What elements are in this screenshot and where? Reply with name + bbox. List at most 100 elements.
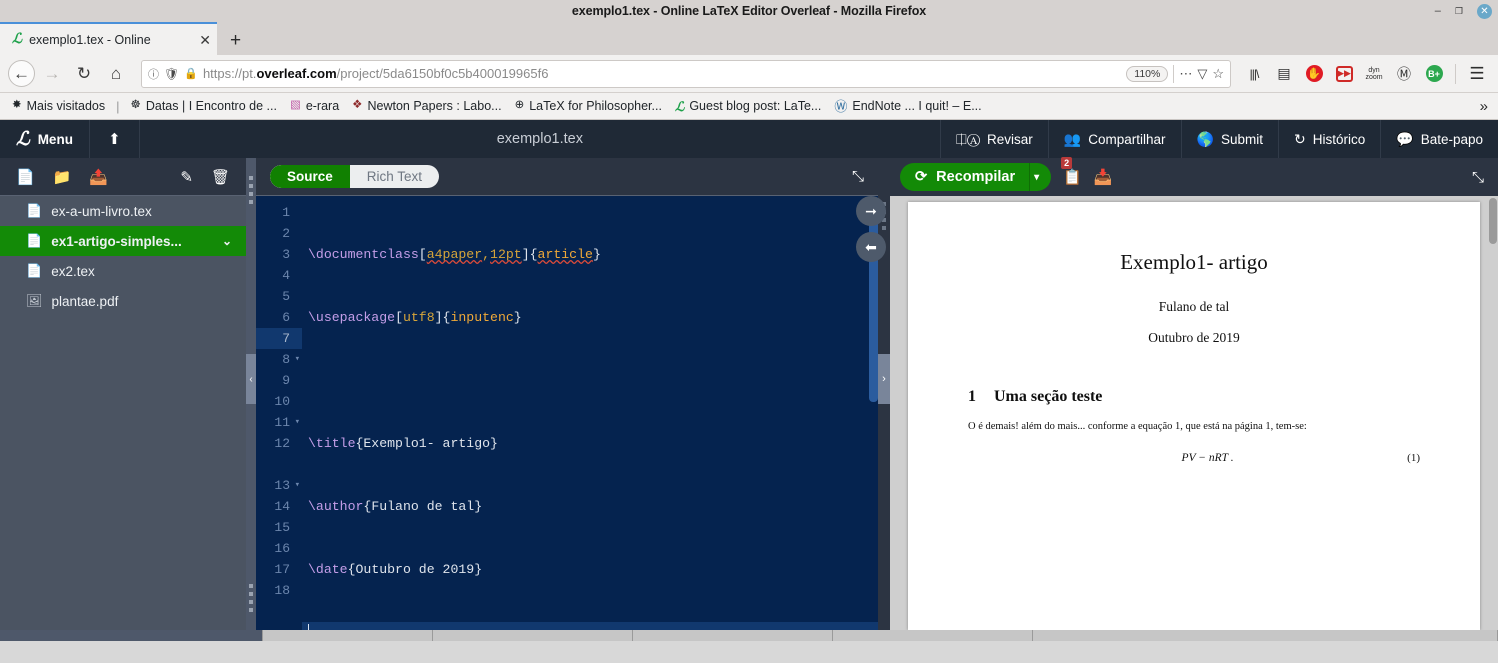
logs-error-badge: 2: [1061, 157, 1073, 169]
tab-rich-text[interactable]: Rich Text: [350, 165, 439, 188]
bookmark-erara[interactable]: ▧ e-rara: [285, 97, 344, 115]
tracking-shield-icon[interactable]: 🛡: [164, 67, 179, 81]
taskbar-segment: [833, 630, 1033, 641]
delete-icon[interactable]: 🗑: [211, 168, 230, 186]
forward-button[interactable]: →: [37, 59, 67, 89]
zoom-level-indicator[interactable]: 110%: [1126, 65, 1169, 82]
line-number: 6: [282, 310, 290, 325]
bookmark-star-icon[interactable]: ☆: [1212, 66, 1224, 82]
browser-tab-exemplo1[interactable]: ℒ exemplo1.tex - Online ✕: [0, 22, 217, 55]
minimize-button[interactable]: –: [1435, 5, 1441, 17]
file-tree-resize-handle[interactable]: ‹: [246, 158, 256, 630]
bookmark-newton-papers[interactable]: ❖ Newton Papers : Labo...: [347, 97, 506, 115]
window-titlebar: exemplo1.tex - Online LaTeX Editor Overl…: [0, 0, 1498, 22]
pdf-document-date: Outubro de 2019: [1148, 330, 1240, 345]
lock-icon[interactable]: 🔒: [184, 67, 198, 80]
pdf-preview-panel: ⟳ Recompilar ▾ 2 📋 📥 ⤡ Exemplo1- artigo …: [890, 157, 1498, 630]
pdf-equation: PV − nRT .: [1181, 452, 1234, 464]
file-label: ex-a-um-livro.tex: [51, 203, 152, 219]
url-bar[interactable]: ⓘ 🛡 🔒 https://pt.overleaf.com/project/5d…: [141, 59, 1231, 88]
new-folder-icon[interactable]: 📁: [53, 168, 72, 186]
fold-icon[interactable]: ▾: [295, 412, 300, 433]
line-number: 11 ▾: [256, 412, 302, 433]
expand-pdf-icon[interactable]: ⤡: [1472, 169, 1498, 186]
editor-mode-toggle[interactable]: Source Rich Text: [270, 165, 440, 188]
dyn-zoom-icon[interactable]: dyn zoom: [1361, 61, 1387, 87]
line-number: 16: [274, 541, 290, 556]
page-actions-icon[interactable]: ⋯: [1179, 66, 1192, 82]
arrow-left-icon[interactable]: ⬅: [856, 232, 886, 262]
recompile-dropdown-icon[interactable]: ▾: [1029, 163, 1051, 191]
page-info-icon[interactable]: ⓘ: [148, 66, 159, 82]
video-downloader-icon[interactable]: ▶▶: [1331, 61, 1357, 87]
code-line-7-current: [302, 622, 878, 630]
collapse-right-icon[interactable]: ›: [878, 354, 890, 404]
pdf-document-author: Fulano de tal: [1158, 299, 1230, 314]
back-button[interactable]: ←: [8, 60, 35, 87]
erara-icon: ▧: [289, 99, 301, 112]
bookmarks-overflow-icon[interactable]: »: [1480, 98, 1491, 115]
browser-tab-label: exemplo1.tex - Online: [29, 32, 151, 47]
code-content[interactable]: \documentclass[a4paper,12pt]{article} \u…: [302, 196, 878, 630]
globe-icon: 🌎: [1196, 130, 1214, 147]
fold-icon[interactable]: ▾: [295, 349, 300, 370]
bookmark-label: LaTeX for Philosopher...: [529, 99, 662, 113]
code-line-4: \title{Exemplo1- artigo}: [308, 436, 498, 451]
upload-icon[interactable]: 📤: [89, 168, 108, 186]
pdf-viewport[interactable]: Exemplo1- artigo Fulano de tal Outubro d…: [890, 196, 1498, 630]
evernote-icon[interactable]: B+: [1421, 61, 1447, 87]
tab-source[interactable]: Source: [270, 165, 350, 188]
gear-icon: ✸: [12, 99, 22, 112]
taskbar-segment: [1033, 630, 1498, 641]
project-title[interactable]: exemplo1.tex: [140, 131, 940, 147]
bookmark-latex-philosophers[interactable]: ⊕ LaTeX for Philosopher...: [510, 97, 667, 115]
new-file-icon[interactable]: 📄: [16, 168, 35, 186]
submit-button[interactable]: 🌎 Submit: [1180, 120, 1278, 158]
account-icon[interactable]: Ⓜ: [1391, 61, 1417, 87]
bookmark-mais-visitados[interactable]: ✸ Mais visitados: [7, 97, 110, 115]
reload-button[interactable]: ↻: [69, 59, 99, 89]
download-pdf-button[interactable]: 📥: [1094, 168, 1113, 186]
bookmark-datas-encontro[interactable]: ☸ Datas | I Encontro de ...: [126, 97, 282, 115]
history-button[interactable]: ↻ Histórico: [1278, 120, 1380, 158]
maximize-button[interactable]: ❐: [1455, 6, 1463, 16]
library-icon[interactable]: |||\: [1241, 61, 1267, 87]
tex-file-icon: 📄: [26, 203, 43, 218]
reader-mode-icon[interactable]: ▽: [1197, 66, 1207, 82]
bookmark-label: e-rara: [305, 99, 340, 113]
globe-icon: ⊕: [514, 99, 525, 112]
line-number: 13 ▾: [256, 475, 302, 496]
upgrade-icon[interactable]: ⬆: [90, 120, 140, 158]
file-item-plantae-pdf[interactable]: 🖼 plantae.pdf: [0, 286, 246, 316]
panel-divider[interactable]: ➞ ⬅ ›: [856, 158, 890, 630]
overleaf-menu-button[interactable]: ℒ Menu: [0, 120, 90, 158]
chat-button[interactable]: 💬 Bate-papo: [1380, 120, 1498, 158]
chevron-down-icon[interactable]: ⌄: [222, 234, 238, 248]
recompile-main[interactable]: ⟳ Recompilar: [900, 169, 1029, 185]
new-tab-button[interactable]: +: [217, 31, 254, 50]
bookmark-guest-blog-post[interactable]: ℒ Guest blog post: LaTe...: [670, 97, 826, 115]
bookmark-endnote-i-quit[interactable]: Ⓦ EndNote ... I quit! – E...: [829, 97, 986, 115]
close-icon[interactable]: ✕: [1477, 3, 1492, 19]
pdf-scrollbar[interactable]: [1489, 198, 1497, 244]
review-button[interactable]: ⎅Ⓐ Revisar: [939, 120, 1048, 158]
tab-close-icon[interactable]: ✕: [199, 33, 211, 47]
arrow-right-icon[interactable]: ➞: [856, 196, 886, 226]
code-editor[interactable]: 1 2 3 4 5 6 7 8 ▾ 9 10 11 ▾ 12 13 ▾ 14 15: [256, 196, 878, 630]
collapse-left-icon[interactable]: ‹: [246, 354, 256, 404]
file-item-ex-a-um-livro[interactable]: 📄 ex-a-um-livro.tex: [0, 196, 246, 226]
line-number: 9: [282, 373, 290, 388]
app-menu-icon[interactable]: ☰: [1464, 61, 1490, 87]
expand-editor-icon[interactable]: ⤡: [852, 168, 864, 185]
file-item-ex1-artigo-simples[interactable]: 📄 ex1-artigo-simples... ⌄: [0, 226, 246, 256]
taskbar-segment: [433, 630, 633, 641]
file-item-ex2[interactable]: 📄 ex2.tex: [0, 256, 246, 286]
rename-icon[interactable]: ✎: [180, 168, 193, 186]
home-button[interactable]: ⌂: [101, 59, 131, 89]
logs-button[interactable]: 2 📋: [1061, 157, 1082, 186]
fold-icon[interactable]: ▾: [295, 475, 300, 496]
share-button[interactable]: 👥 Compartilhar: [1047, 120, 1181, 158]
adblock-icon[interactable]: ✋: [1301, 61, 1327, 87]
recompile-button[interactable]: ⟳ Recompilar ▾: [900, 163, 1052, 191]
sidebar-icon[interactable]: ▤: [1271, 61, 1297, 87]
